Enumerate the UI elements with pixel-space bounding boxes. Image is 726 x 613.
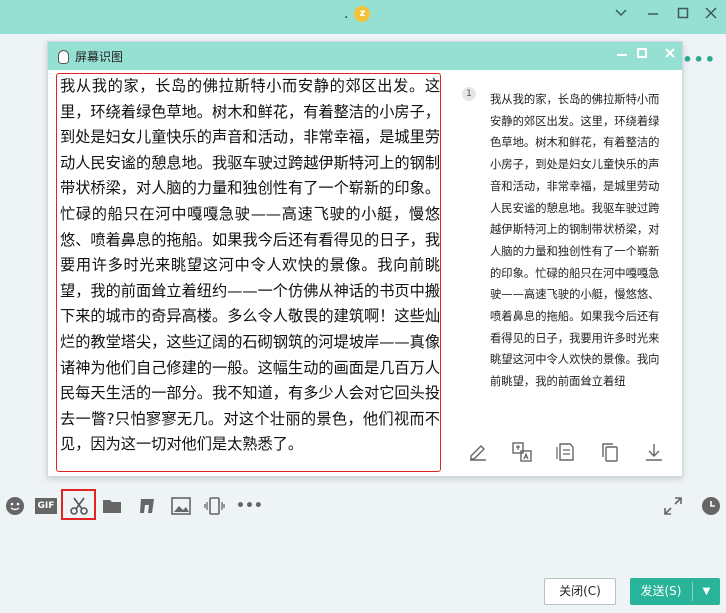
download-icon[interactable] bbox=[642, 440, 666, 464]
line-number-badge: 1 bbox=[462, 87, 476, 101]
screenshot-tool-highlight bbox=[61, 489, 96, 520]
minimize-icon[interactable] bbox=[612, 46, 632, 66]
music-icon[interactable] bbox=[136, 495, 158, 517]
close-icon[interactable] bbox=[700, 6, 722, 26]
edit-icon[interactable] bbox=[466, 440, 490, 464]
send-button[interactable]: 发送(S) ▼ bbox=[630, 578, 720, 605]
send-button-label[interactable]: 发送(S) bbox=[630, 578, 692, 605]
title-dot: . bbox=[344, 6, 349, 22]
ocr-result-panel[interactable]: 1 我从我的家，长岛的佛拉斯特小而安静的郊区出发。这里，环绕着绿色草地。树木和鲜… bbox=[462, 87, 662, 417]
close-icon[interactable] bbox=[660, 46, 680, 66]
copy-format-icon[interactable] bbox=[554, 440, 578, 464]
chevron-down-icon[interactable] bbox=[610, 6, 632, 26]
gif-icon[interactable]: GIF bbox=[35, 495, 59, 517]
ocr-result-text[interactable]: 我从我的家，长岛的佛拉斯特小而安静的郊区出发。这里，环绕着绿色草地。树木和鲜花，… bbox=[490, 89, 660, 393]
captured-image[interactable]: 我从我的家，长岛的佛拉斯特小而安静的郊区出发。这里，环绕着绿色草地。树木和鲜花，… bbox=[56, 73, 441, 472]
more-icon[interactable]: ••• bbox=[236, 495, 263, 517]
chat-title: . z bbox=[344, 6, 371, 22]
captured-image-text: 我从我的家，长岛的佛拉斯特小而安静的郊区出发。这里，环绕着绿色草地。树木和鲜花，… bbox=[60, 77, 440, 454]
translate-icon[interactable] bbox=[510, 440, 534, 464]
image-icon[interactable] bbox=[170, 495, 192, 517]
status-badge: z bbox=[354, 6, 371, 22]
emoji-icon[interactable] bbox=[4, 495, 26, 517]
folder-icon[interactable] bbox=[101, 495, 123, 517]
history-clock-icon[interactable] bbox=[700, 495, 722, 517]
copy-icon[interactable] bbox=[598, 440, 622, 464]
maximize-icon[interactable] bbox=[632, 46, 652, 66]
ocr-titlebar: 屏幕识图 bbox=[48, 42, 682, 70]
expand-icon[interactable] bbox=[662, 495, 684, 517]
minimize-icon[interactable] bbox=[642, 6, 664, 26]
ocr-title-label: 屏幕识图 bbox=[75, 50, 124, 64]
close-button[interactable]: 关闭(C) bbox=[544, 578, 616, 605]
send-options-arrow[interactable]: ▼ bbox=[693, 578, 720, 605]
ocr-window: 屏幕识图 我从我的家，长岛的佛拉斯特小而安静的郊区出发。这里，环绕着绿色草地。树… bbox=[47, 41, 683, 477]
shake-window-icon[interactable] bbox=[203, 495, 225, 517]
qq-penguin-icon bbox=[58, 49, 69, 64]
ocr-title: 屏幕识图 bbox=[58, 48, 123, 65]
maximize-icon[interactable] bbox=[672, 6, 694, 26]
ocr-action-bar bbox=[466, 440, 666, 464]
chat-toolbar: GIF ••• bbox=[0, 488, 726, 524]
chat-titlebar: . z bbox=[0, 0, 726, 34]
gif-label: GIF bbox=[35, 498, 57, 514]
more-icon[interactable]: ••• bbox=[682, 50, 716, 69]
